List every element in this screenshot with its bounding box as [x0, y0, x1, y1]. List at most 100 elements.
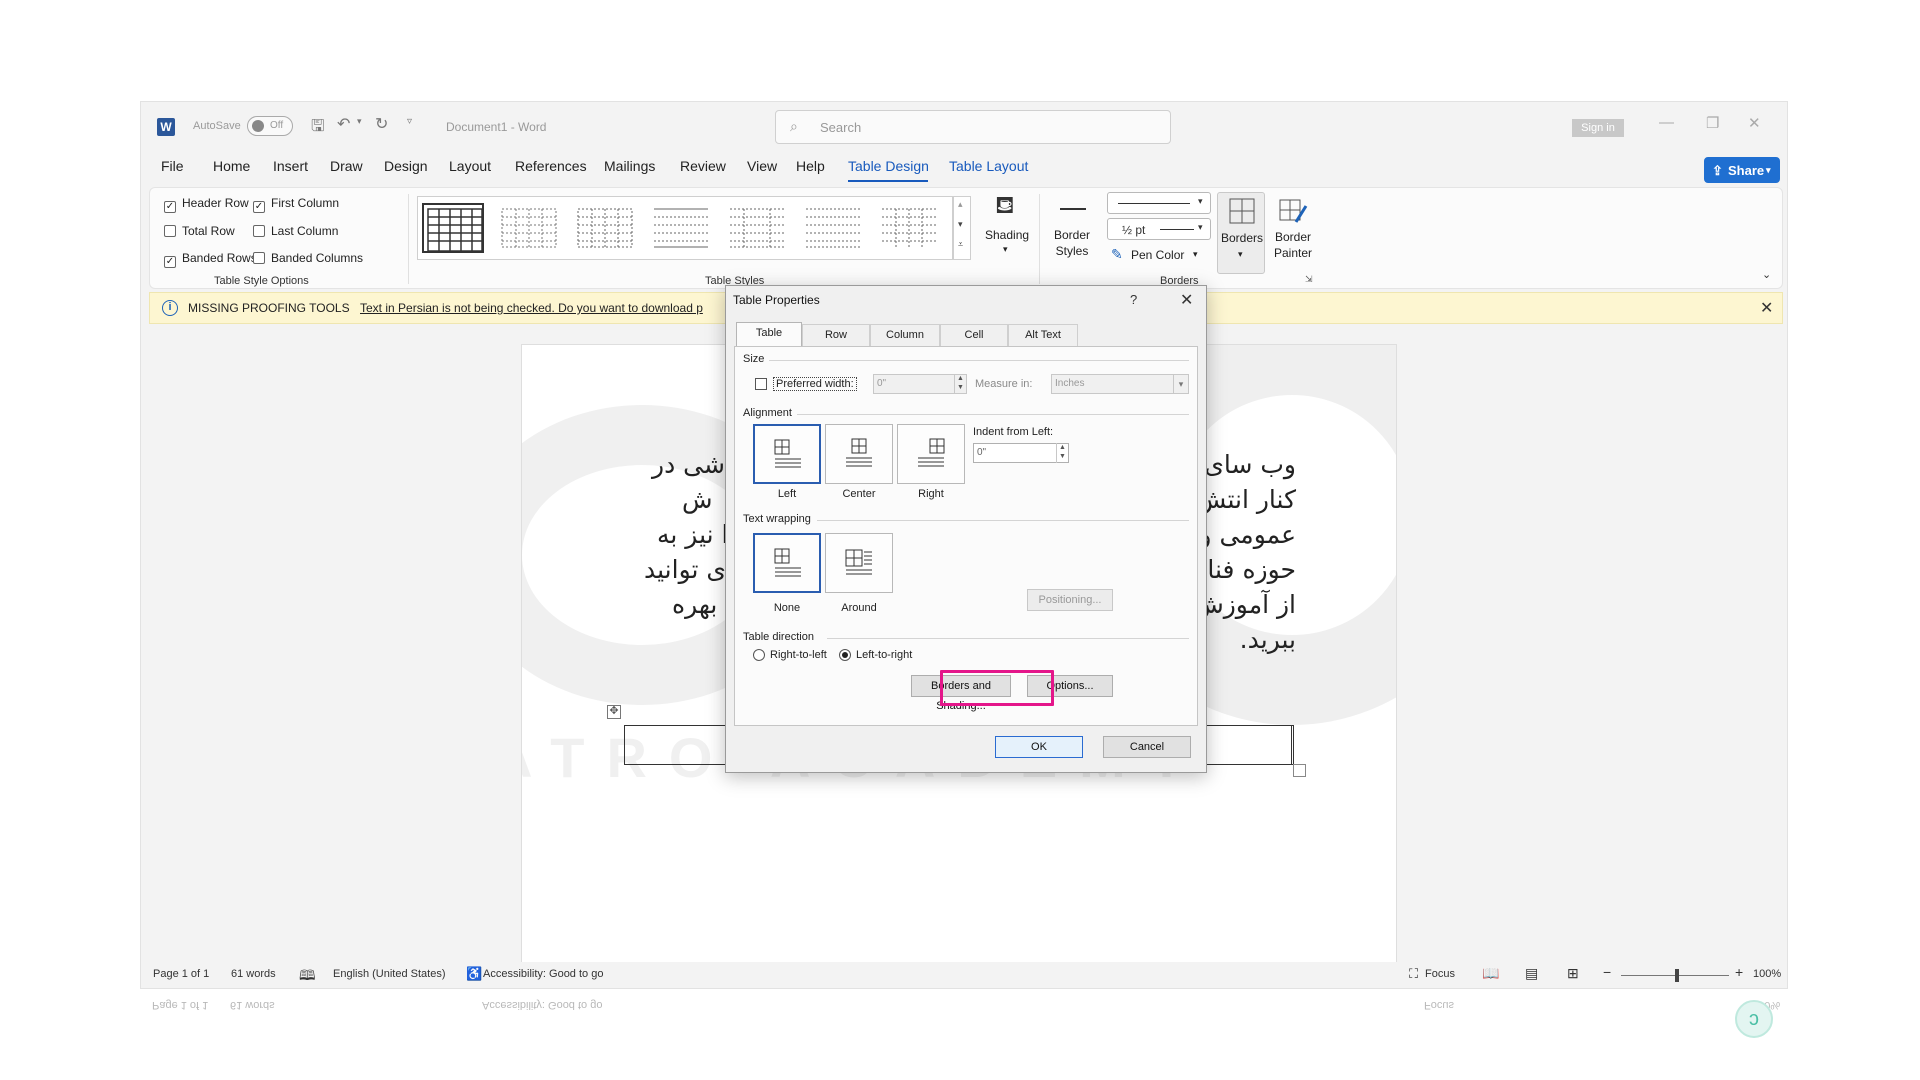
notification-title: MISSING PROOFING TOOLS: [188, 301, 350, 315]
left-to-right-label: Left-to-right: [856, 649, 913, 661]
focus-button[interactable]: Focus: [1425, 968, 1455, 980]
notification-link[interactable]: Text in Persian is not being checked. Do…: [360, 301, 703, 315]
shading-button[interactable]: ⛾ Shading ▾: [985, 192, 1029, 272]
info-icon: i: [162, 300, 178, 316]
spinner-icon[interactable]: ▲ ▼: [1056, 443, 1068, 463]
tab-insert[interactable]: Insert: [273, 158, 308, 174]
line-style-dropdown[interactable]: ▾: [1107, 192, 1211, 214]
tab-table-design[interactable]: Table Design: [848, 158, 929, 174]
tab-file[interactable]: File: [161, 158, 184, 174]
ok-button[interactable]: OK: [995, 736, 1083, 758]
minimize-icon[interactable]: —: [1659, 114, 1674, 131]
borders-button[interactable]: Borders ▾: [1217, 192, 1265, 274]
proofing-book-icon[interactable]: 🕮: [299, 965, 316, 988]
close-icon[interactable]: ✕: [1180, 290, 1193, 310]
preferred-width-checkbox[interactable]: [755, 378, 767, 390]
tab-draw[interactable]: Draw: [330, 158, 363, 174]
customize-quick-access-icon[interactable]: ▿: [407, 116, 412, 127]
zoom-slider-thumb[interactable]: [1675, 969, 1679, 982]
table-style-plain-5[interactable]: [802, 203, 864, 253]
save-icon[interactable]: 🖫: [311, 115, 325, 142]
scroll-down-icon[interactable]: ▾: [958, 219, 963, 230]
total-row-checkbox[interactable]: Total Row: [164, 224, 235, 238]
close-window-icon[interactable]: ✕: [1748, 114, 1761, 132]
align-center-option[interactable]: [825, 424, 893, 484]
left-to-right-radio[interactable]: [839, 649, 851, 661]
line-weight-dropdown[interactable]: ½ pt ▾: [1107, 218, 1211, 240]
zoom-in-button[interactable]: +: [1735, 964, 1743, 980]
tab-column[interactable]: Column: [870, 324, 940, 346]
last-column-checkbox[interactable]: Last Column: [253, 224, 338, 238]
web-layout-icon[interactable]: ⊞: [1567, 965, 1579, 982]
tab-alt-text[interactable]: Alt Text: [1008, 324, 1078, 346]
tab-view[interactable]: View: [747, 158, 777, 174]
tab-mailings[interactable]: Mailings: [604, 158, 655, 174]
tab-design[interactable]: Design: [384, 158, 428, 174]
read-mode-icon[interactable]: 📖: [1482, 965, 1499, 982]
wrap-around-option[interactable]: [825, 533, 893, 593]
align-right-option[interactable]: [897, 424, 965, 484]
collapse-ribbon-icon[interactable]: ⌄: [1762, 268, 1771, 281]
page-count[interactable]: Page 1 of 1: [153, 968, 209, 980]
language-status[interactable]: English (United States): [333, 968, 446, 980]
banded-rows-checkbox[interactable]: ✓ Banded Rows: [164, 251, 257, 268]
positioning-button[interactable]: Positioning...: [1027, 589, 1113, 611]
undo-icon[interactable]: ↶: [337, 114, 350, 134]
pen-color-button[interactable]: ✎ Pen Color ▾: [1111, 246, 1211, 266]
cancel-button[interactable]: Cancel: [1103, 736, 1191, 758]
preferred-width-label: Preferred width:: [773, 377, 857, 391]
help-icon[interactable]: ?: [1130, 292, 1137, 307]
word-count[interactable]: 61 words: [231, 968, 276, 980]
tab-review[interactable]: Review: [680, 158, 726, 174]
table-style-plain-1[interactable]: [498, 203, 560, 253]
close-icon[interactable]: ✕: [1760, 298, 1773, 318]
zoom-level[interactable]: 100%: [1753, 968, 1781, 980]
preferred-width-input[interactable]: 0": [873, 374, 967, 394]
tab-table[interactable]: Table: [736, 322, 802, 346]
table-style-plain-4[interactable]: [726, 203, 788, 253]
first-column-checkbox[interactable]: ✓ First Column: [253, 196, 339, 213]
indent-from-left-input[interactable]: 0": [973, 443, 1069, 463]
tab-home[interactable]: Home: [213, 158, 250, 174]
search-input[interactable]: ⌕ Search: [775, 110, 1171, 144]
table-style-plain-6[interactable]: [878, 203, 940, 253]
tab-table-layout[interactable]: Table Layout: [949, 158, 1028, 174]
accessibility-status[interactable]: Accessibility: Good to go: [483, 968, 603, 980]
spinner-icon[interactable]: ▲ ▼: [954, 374, 966, 394]
sign-in-button[interactable]: Sign in: [1572, 119, 1624, 137]
zoom-out-button[interactable]: −: [1603, 964, 1611, 980]
restore-icon[interactable]: ❐: [1706, 114, 1719, 132]
measure-in-select[interactable]: Inches: [1051, 374, 1189, 394]
border-styles-button[interactable]: Border Styles: [1048, 196, 1096, 272]
tab-references[interactable]: References: [515, 158, 587, 174]
table-style-grid-selected[interactable]: [422, 203, 484, 253]
table-styles-gallery[interactable]: [417, 196, 953, 260]
redo-icon[interactable]: ↻: [375, 114, 388, 134]
tab-row[interactable]: Row: [802, 324, 870, 346]
gallery-more-icon[interactable]: ⩡: [958, 239, 963, 250]
chevron-down-icon[interactable]: ▾: [1173, 375, 1188, 393]
table-resize-handle[interactable]: [1293, 764, 1306, 777]
align-left-option[interactable]: [753, 424, 821, 484]
table-move-handle-icon[interactable]: ✥: [607, 705, 621, 719]
align-center-label: Center: [842, 488, 876, 500]
right-to-left-radio[interactable]: [753, 649, 765, 661]
scroll-up-icon[interactable]: ▴: [958, 199, 963, 210]
border-styles-label-1: Border: [1053, 228, 1091, 242]
table-style-plain-3[interactable]: [650, 203, 712, 253]
wrap-none-option[interactable]: [753, 533, 821, 593]
print-layout-icon[interactable]: ▤: [1525, 965, 1538, 982]
dialog-launcher-icon[interactable]: ⇲: [1305, 274, 1313, 285]
autosave-toggle[interactable]: Off: [247, 116, 293, 136]
header-row-checkbox[interactable]: ✓ Header Row: [164, 196, 249, 213]
tab-cell[interactable]: Cell: [940, 324, 1008, 346]
share-button[interactable]: ⇪ Share ▾: [1704, 157, 1780, 183]
tab-layout[interactable]: Layout: [449, 158, 491, 174]
banded-columns-checkbox[interactable]: Banded Columns: [253, 251, 363, 265]
table-style-plain-2[interactable]: [574, 203, 636, 253]
border-painter-button[interactable]: Border Painter: [1268, 192, 1318, 274]
undo-dropdown-icon[interactable]: ▾: [357, 116, 362, 127]
tab-help[interactable]: Help: [796, 158, 825, 174]
gallery-scroll[interactable]: ▴ ▾ ⩡: [953, 196, 971, 260]
text-line-right: وب سای: [1204, 450, 1296, 479]
